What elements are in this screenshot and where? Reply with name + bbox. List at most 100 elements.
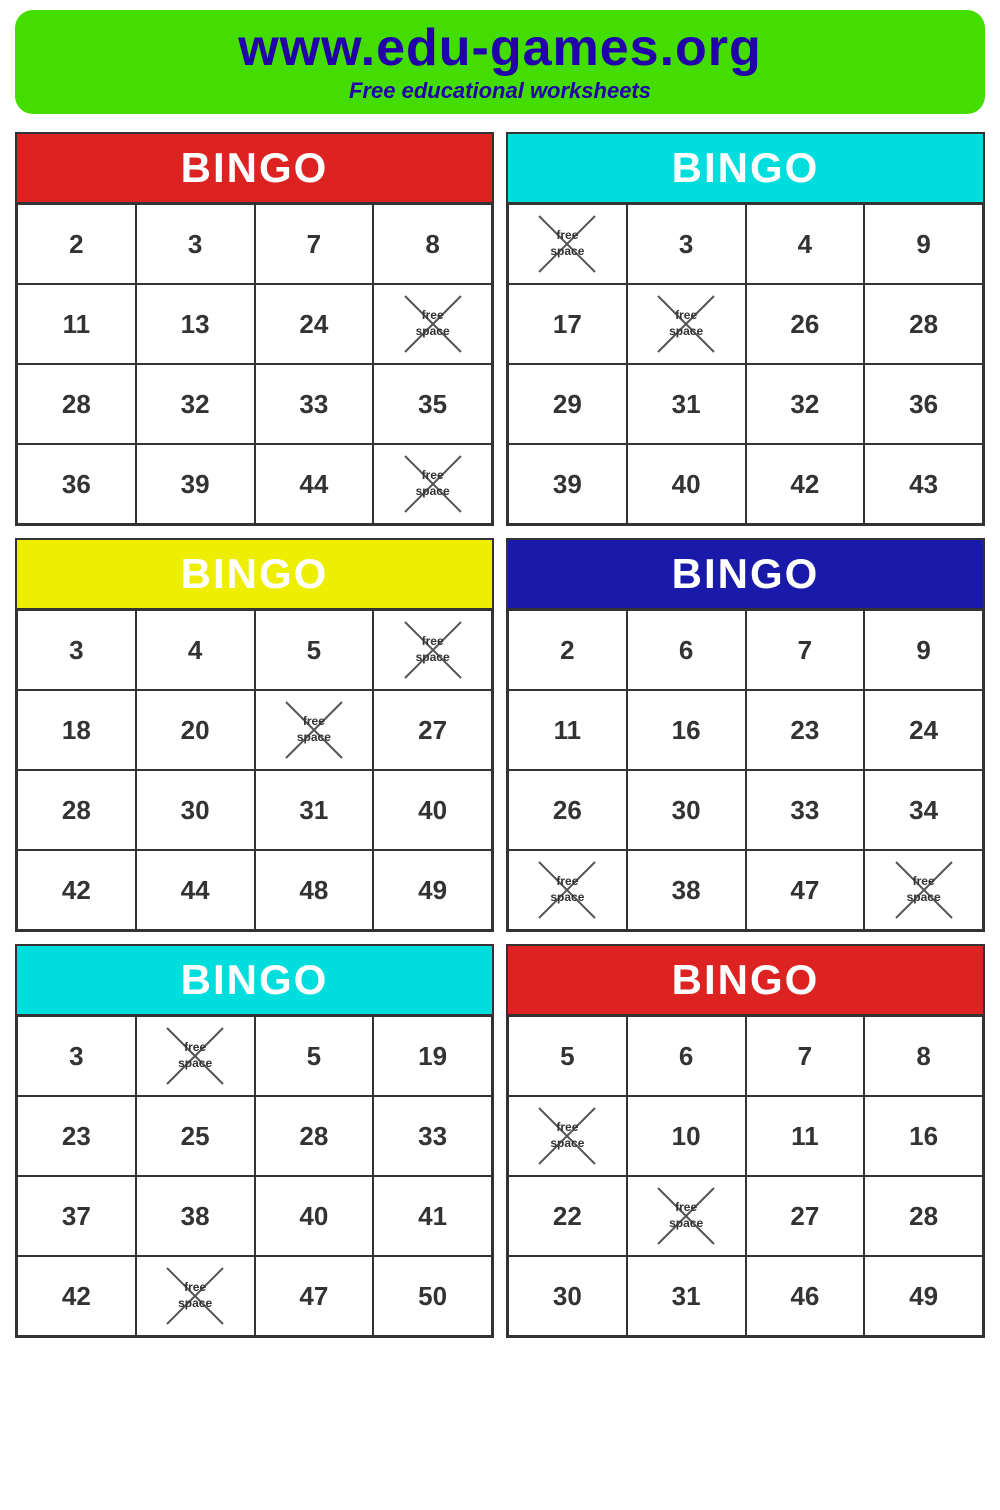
bingo-cell-2-9: 31 [627,364,746,444]
bingo-cell-1-11: 35 [373,364,492,444]
bingo-cell-1-8: 28 [17,364,136,444]
bingo-cell-5-13: freespace [136,1256,255,1336]
free-space-mark: freespace [403,454,463,514]
bingo-card-4: BINGO26791116232426303334 freespace 3847… [506,538,985,932]
bingo-cell-5-9: 38 [136,1176,255,1256]
bingo-cell-5-12: 42 [17,1256,136,1336]
bingo-cell-3-1: 4 [136,610,255,690]
free-space-mark: freespace [894,860,954,920]
bingo-cell-3-6: freespace [255,690,374,770]
bingo-cell-3-0: 3 [17,610,136,690]
bingo-cell-5-6: 28 [255,1096,374,1176]
bingo-cell-6-3: 8 [864,1016,983,1096]
bingo-cell-1-13: 39 [136,444,255,524]
bingo-cell-3-15: 49 [373,850,492,930]
bingo-card-3: BINGO345 freespace 1820 freespace 272830… [15,538,494,932]
bingo-cell-5-14: 47 [255,1256,374,1336]
bingo-cell-6-15: 49 [864,1256,983,1336]
bingo-cell-2-6: 26 [746,284,865,364]
bingo-cell-5-5: 25 [136,1096,255,1176]
bingo-cell-3-10: 31 [255,770,374,850]
bingo-cell-2-5: freespace [627,284,746,364]
bingo-cell-5-3: 19 [373,1016,492,1096]
bingo-card-6: BINGO5678 freespace 10111622 freespace 2… [506,944,985,1338]
bingo-cell-6-12: 30 [508,1256,627,1336]
bingo-cell-2-13: 40 [627,444,746,524]
bingo-cell-4-13: 38 [627,850,746,930]
free-space-mark: freespace [403,294,463,354]
bingo-cell-6-2: 7 [746,1016,865,1096]
bingo-cell-4-10: 33 [746,770,865,850]
free-space-mark: freespace [403,620,463,680]
bingo-cell-4-8: 26 [508,770,627,850]
bingo-cell-3-5: 20 [136,690,255,770]
bingo-grid-1: 2378111324 freespace 28323335363944 free… [17,202,492,524]
bingo-cell-2-7: 28 [864,284,983,364]
bingo-header-5: BINGO [17,946,492,1014]
bingo-header-1: BINGO [17,134,492,202]
free-space-mark: freespace [165,1026,225,1086]
bingo-cell-2-4: 17 [508,284,627,364]
free-space-mark: freespace [656,294,716,354]
bingo-header-6: BINGO [508,946,983,1014]
bingo-cell-1-15: freespace [373,444,492,524]
header: www.edu-games.org Free educational works… [15,10,985,114]
bingo-cell-1-12: 36 [17,444,136,524]
bingo-cell-6-0: 5 [508,1016,627,1096]
bingo-grid-3: 345 freespace 1820 freespace 27283031404… [17,608,492,930]
bingo-cell-4-2: 7 [746,610,865,690]
bingo-cell-1-2: 7 [255,204,374,284]
bingo-cell-5-0: 3 [17,1016,136,1096]
bingo-cell-2-0: freespace [508,204,627,284]
bingo-cell-5-11: 41 [373,1176,492,1256]
bingo-cell-5-15: 50 [373,1256,492,1336]
bingo-header-3: BINGO [17,540,492,608]
bingo-cell-6-13: 31 [627,1256,746,1336]
bingo-grid-6: 5678 freespace 10111622 freespace 272830… [508,1014,983,1336]
free-space-mark: freespace [537,860,597,920]
bingo-cell-6-11: 28 [864,1176,983,1256]
bingo-cell-1-0: 2 [17,204,136,284]
bingo-cell-1-9: 32 [136,364,255,444]
bingo-cell-5-7: 33 [373,1096,492,1176]
bingo-cell-6-14: 46 [746,1256,865,1336]
bingo-cell-5-4: 23 [17,1096,136,1176]
bingo-cell-4-14: 47 [746,850,865,930]
bingo-card-5: BINGO3 freespace 519 23252833 37384041 42 f… [15,944,494,1338]
bingo-cell-3-8: 28 [17,770,136,850]
bingo-cell-4-3: 9 [864,610,983,690]
free-space-mark: freespace [537,1106,597,1166]
bingo-cell-2-2: 4 [746,204,865,284]
bingo-cell-2-8: 29 [508,364,627,444]
bingo-cell-4-4: 11 [508,690,627,770]
bingo-cell-6-7: 16 [864,1096,983,1176]
bingo-cell-3-13: 44 [136,850,255,930]
bingo-cell-5-2: 5 [255,1016,374,1096]
bingo-cell-4-11: 34 [864,770,983,850]
bingo-cell-6-8: 22 [508,1176,627,1256]
free-space-mark: freespace [656,1186,716,1246]
bingo-card-2: BINGO freespace 34917 freespace 26282931… [506,132,985,526]
bingo-grid-4: 26791116232426303334 freespace 3847 free… [508,608,983,930]
bingo-grid-2: freespace 34917 freespace 26282931323639… [508,202,983,524]
bingo-cell-6-6: 11 [746,1096,865,1176]
bingo-cell-1-14: 44 [255,444,374,524]
bingo-cell-1-1: 3 [136,204,255,284]
bingo-cell-5-8: 37 [17,1176,136,1256]
bingo-cell-6-1: 6 [627,1016,746,1096]
bingo-cell-1-7: freespace [373,284,492,364]
free-space-mark: freespace [284,700,344,760]
bingo-cell-2-1: 3 [627,204,746,284]
bingo-cell-4-1: 6 [627,610,746,690]
bingo-cell-4-9: 30 [627,770,746,850]
bingo-cell-4-5: 16 [627,690,746,770]
bingo-header-4: BINGO [508,540,983,608]
bingo-cell-2-15: 43 [864,444,983,524]
bingo-cell-3-7: 27 [373,690,492,770]
bingo-cell-5-10: 40 [255,1176,374,1256]
bingo-cell-6-9: freespace [627,1176,746,1256]
header-title: www.edu-games.org [25,18,975,78]
bingo-cell-6-10: 27 [746,1176,865,1256]
bingo-cell-2-11: 36 [864,364,983,444]
bingo-cell-2-10: 32 [746,364,865,444]
